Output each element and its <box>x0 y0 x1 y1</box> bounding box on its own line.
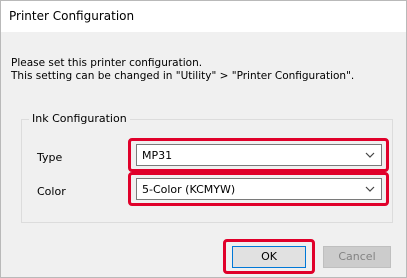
cancel-button[interactable]: Cancel <box>323 246 391 268</box>
instruction-message: Please set this printer configuration. T… <box>11 57 354 83</box>
color-label: Color <box>37 185 66 198</box>
dialog-title: Printer Configuration <box>9 9 135 23</box>
printer-configuration-dialog: Printer Configuration Please set this pr… <box>0 0 407 278</box>
type-select[interactable]: MP31 <box>136 144 382 166</box>
ink-configuration-group-title: Ink Configuration <box>29 112 130 125</box>
ok-button[interactable]: OK <box>232 246 306 268</box>
ink-configuration-group <box>21 119 393 223</box>
instruction-line-2: This setting can be changed in "Utility"… <box>11 70 355 82</box>
chevron-down-icon <box>365 152 375 158</box>
title-bar: Printer Configuration <box>1 1 406 32</box>
type-label: Type <box>37 151 63 164</box>
type-select-value: MP31 <box>142 149 173 162</box>
instruction-line-1: Please set this printer configuration. <box>11 57 203 69</box>
color-select[interactable]: 5-Color (KCMYW) <box>136 178 382 200</box>
color-select-value: 5-Color (KCMYW) <box>142 183 236 196</box>
chevron-down-icon <box>365 186 375 192</box>
